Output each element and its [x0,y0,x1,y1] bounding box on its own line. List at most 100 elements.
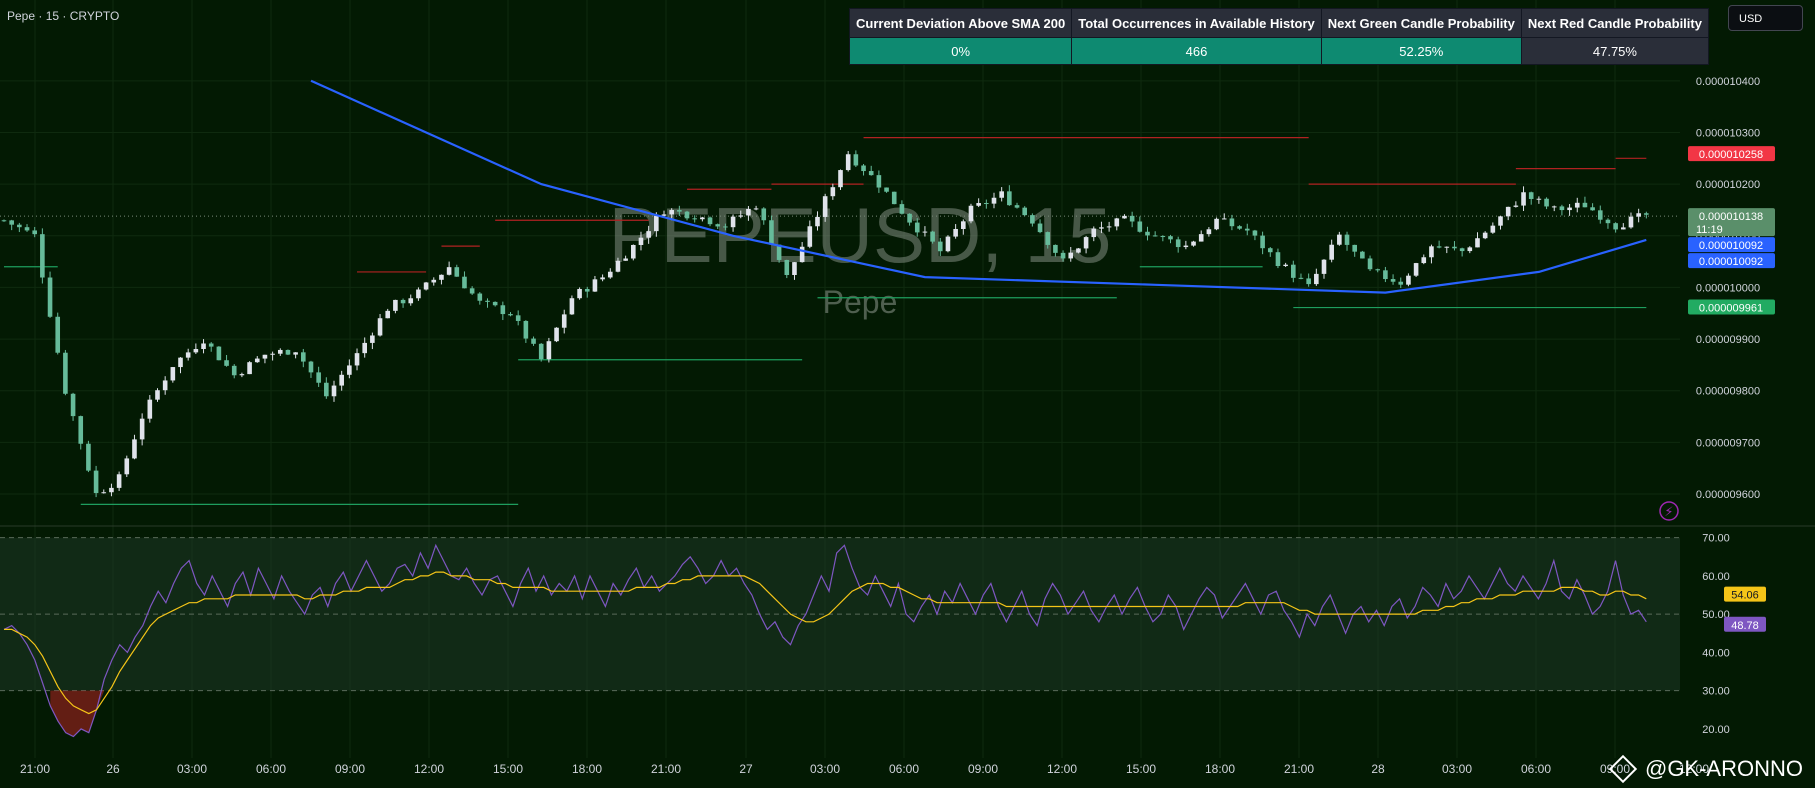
candle-body [792,262,797,275]
time-tick-label: 03:00 [1442,762,1472,776]
candle-body [1314,273,1319,285]
time-tick-label: 03:00 [810,762,840,776]
candle-body [669,210,674,215]
price-label-text: 0.000010138 [1699,211,1763,223]
candle-body [231,365,237,376]
candle-body [1014,205,1020,208]
candle-body [1306,278,1311,285]
candle-body [730,216,736,228]
candle-body [769,220,774,245]
candle-body [1337,234,1342,245]
candle-body [362,342,367,354]
candle-body [408,298,414,304]
candle-body [822,196,828,217]
symbol-header[interactable]: Pepe · 15 · CRYPTO [7,9,119,23]
candle-body [162,380,168,391]
candle-body [1,220,7,222]
candle-body [1099,227,1104,229]
candle-body [1482,232,1488,239]
rsi-value-label: 54.06 [1731,590,1759,602]
candle-body [324,382,329,397]
candle-body [416,289,421,299]
candle-body [999,191,1004,198]
candle-body [584,288,590,292]
candle-body [254,358,260,363]
candle-body [523,320,529,339]
candle-body [922,231,928,233]
currency-selector[interactable]: USD [1728,5,1803,31]
candle-body [101,492,107,494]
rsi-tick-label: 60.00 [1702,571,1730,583]
candle-body [1152,235,1158,237]
candle-body [185,352,191,358]
candle-body [1022,207,1027,216]
candle-body [1390,279,1396,282]
candle-body [1444,246,1450,248]
candle-body [1597,210,1603,220]
candle-body [1398,281,1404,285]
candle-body [32,230,37,235]
candle-body [1114,218,1120,227]
candle-body [1452,246,1457,249]
candle-body [1106,226,1112,228]
stats-header-row: Current Deviation Above SMA 200 Total Oc… [848,8,1709,38]
candle-body [139,418,145,440]
time-tick-label: 18:00 [1205,762,1235,776]
candle-body [1267,248,1273,253]
time-tick-label: 21:00 [20,762,50,776]
time-tick-label: 06:00 [1521,762,1551,776]
candle-body [301,352,306,362]
rsi-tick-label: 20.00 [1702,724,1730,736]
candle-body [1613,223,1618,230]
candle-body [723,226,728,228]
stats-header-red-probability: Next Red Candle Probability [1520,8,1709,38]
candle-body [884,187,889,192]
candle-body [55,316,61,353]
watermark-name: Pepe [823,284,898,320]
candle-body [347,365,352,375]
candle-body [224,360,229,366]
candle-body [976,203,981,206]
candle-body [937,241,943,252]
candle-body [155,390,160,400]
candle-body [308,361,314,373]
candle-body [600,277,605,280]
candle-body [1329,244,1334,260]
candle-body [561,314,567,328]
candle-body [1298,277,1304,279]
candle-body [638,237,644,245]
stats-value-green-probability: 52.25% [1320,37,1522,65]
candle-body [1421,257,1427,264]
candle-body [208,343,214,347]
time-tick-label: 09:00 [968,762,998,776]
price-tick-label: 0.000009900 [1696,334,1760,346]
candle-body [1068,252,1074,259]
candle-body [968,205,974,222]
candle-body [216,346,222,361]
candle-body [868,171,874,176]
candle-body [677,210,682,212]
candle-body [1505,206,1511,217]
candle-body [1160,236,1166,238]
candle-body [1375,269,1381,271]
candle-body [1275,252,1281,267]
candle-body [170,367,176,381]
candle-body [1083,237,1089,249]
candle-body [1260,235,1265,249]
candle-body [1490,225,1496,233]
candle-body [331,385,337,397]
chart-canvas[interactable]: PEPEUSD, 15 Pepe 0.000010400 0.000010300 0… [0,0,1815,788]
candle-body [1644,213,1649,215]
candle-body [86,443,91,471]
candle-body [961,221,966,229]
candle-body [469,288,475,294]
candle-body [1229,218,1235,227]
candle-body [531,338,536,344]
candle-body [500,305,506,315]
time-tick-label: 26 [106,762,120,776]
time-tick-label: 21:00 [1284,762,1314,776]
candle-body [1590,207,1595,211]
candle-body [454,267,460,277]
price-label-text: 0.000010092 [1699,240,1763,252]
time-tick-label: 21:00 [651,762,681,776]
